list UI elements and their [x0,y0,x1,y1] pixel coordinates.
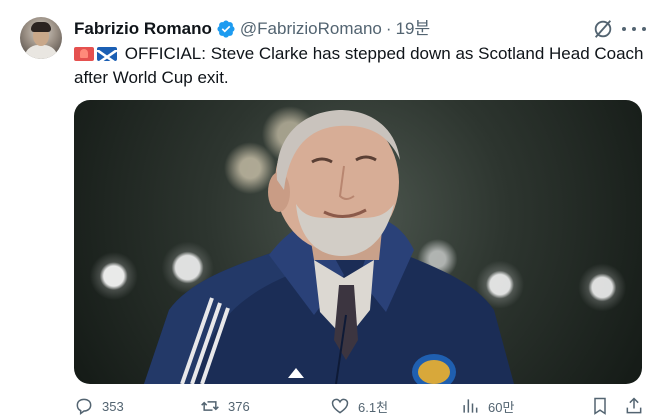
retweet-count: 376 [228,398,250,414]
bookmark-icon [594,397,606,415]
views-button[interactable]: 60만 [460,396,514,416]
retweet-icon [201,401,219,411]
more-dot [632,27,636,31]
like-count: 6.1천 [358,399,389,415]
share-icon [626,397,642,414]
tweet-text-line1: OFFICIAL: Steve Clarke has stepped down … [124,44,644,63]
tweet-text-line2: after World Cup exit. [74,68,229,87]
more-dot [622,27,626,31]
reply-button[interactable]: 353 [74,396,124,416]
coach-photo [144,110,514,384]
views-icon [463,399,478,413]
avatar-shirt [24,45,58,59]
reply-icon [76,398,92,415]
separator-dot: · [385,19,392,38]
avatar[interactable] [20,17,62,59]
more-icon[interactable] [622,18,646,40]
tweet-image[interactable] [74,100,642,384]
more-dot [642,27,646,31]
bookmark-button[interactable] [590,396,618,416]
author-handle[interactable]: @FabrizioRomano [240,17,382,41]
retweet-button[interactable]: 376 [200,396,250,416]
like-button[interactable]: 6.1천 [330,396,388,416]
grok-icon[interactable] [592,18,614,40]
verified-badge-icon [217,20,235,38]
scotland-flag-emoji [97,47,117,61]
avatar-hair [31,22,51,32]
like-icon [331,398,349,414]
tweet-actions: 353 376 6.1천 60만 [74,396,646,420]
share-button[interactable] [624,396,652,416]
reply-count: 353 [102,398,124,414]
views-count: 60만 [488,399,515,415]
alarm-emoji [74,47,94,61]
tweet-text: OFFICIAL: Steve Clarke has stepped down … [74,42,654,90]
author-name[interactable]: Fabrizio Romano [74,17,212,41]
timestamp[interactable]: 19분 [396,17,431,41]
tweet-header: Fabrizio Romano @FabrizioRomano · 19분 [74,17,430,41]
